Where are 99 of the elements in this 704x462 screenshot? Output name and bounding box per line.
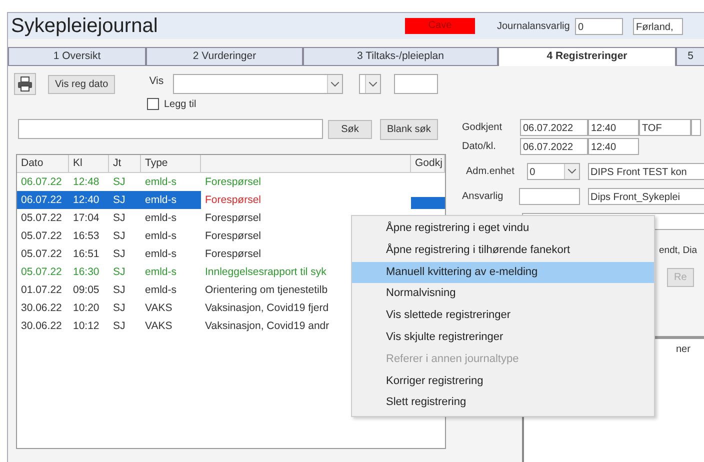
- table-cell: SJ: [109, 191, 141, 209]
- search-button[interactable]: Søk: [328, 120, 372, 138]
- caret-icon: [327, 75, 342, 93]
- text-field[interactable]: 12:40: [588, 119, 639, 136]
- column-header[interactable]: Type: [141, 155, 201, 172]
- table-cell-text: 10:12: [72, 319, 100, 334]
- table-cell: Forespørsel: [205, 176, 262, 188]
- table-cell-text: VAKS: [144, 301, 174, 316]
- menu-item[interactable]: Slett registrering: [352, 392, 654, 414]
- table-cell-text: 16:30: [72, 265, 100, 280]
- table-cell-text: SJ: [112, 265, 126, 280]
- table-cell-text: 16:51: [72, 247, 100, 262]
- print-button[interactable]: [14, 73, 36, 95]
- text-field[interactable]: 06.07.2022: [520, 138, 588, 155]
- menu-item[interactable]: Vis slettede registreringer: [352, 305, 654, 327]
- menu-item[interactable]: Åpne registrering i tilhørende fanekort: [352, 240, 654, 262]
- table-cell: Forespørsel: [205, 248, 262, 260]
- table-cell-text: 10:20: [72, 301, 100, 316]
- table-cell-text: 09:05: [72, 283, 100, 298]
- table-cell: emld-s: [141, 191, 201, 209]
- table-cell-text: SJ: [112, 229, 126, 244]
- window-title: Sykepleiejournal: [10, 14, 159, 38]
- table-cell-text: emld-s: [144, 265, 178, 280]
- table-cell: Forespørsel: [205, 230, 262, 242]
- date-button[interactable]: Vis reg dato: [48, 74, 116, 94]
- tab[interactable]: 1 Oversikt: [8, 47, 146, 65]
- table-cell: Forespørsel: [205, 212, 262, 224]
- table-cell-text: SJ: [112, 319, 126, 334]
- table-cell: Vaksinasjon, Covid19 andr: [205, 320, 330, 332]
- text: ner: [676, 344, 690, 355]
- table-cell-text: 30.06.22: [20, 319, 63, 334]
- search-field[interactable]: [18, 119, 323, 139]
- caret-icon: [365, 75, 380, 93]
- table-cell: 06.07.22: [17, 191, 69, 209]
- table-cell-text: 05.07.22: [20, 247, 63, 262]
- table-cell-text: SJ: [112, 211, 126, 226]
- column-header[interactable]: Dato: [17, 155, 69, 172]
- text-field[interactable]: DIPS Front TEST kon: [588, 163, 704, 180]
- dropdown[interactable]: [173, 74, 344, 94]
- menu-item[interactable]: Manuell kvittering av e-melding: [352, 262, 654, 284]
- table-cell-text: 17:04: [72, 211, 100, 226]
- table-cell-text: emld-s: [144, 247, 178, 262]
- text-field[interactable]: [394, 74, 438, 94]
- table-cell-text: emld-s: [144, 175, 178, 190]
- text-field[interactable]: [691, 119, 701, 136]
- clear-search-button[interactable]: Blank søk: [380, 118, 438, 140]
- table-cell-text: emld-s: [144, 283, 178, 298]
- text-field[interactable]: Dips Front_Sykeplei: [588, 188, 704, 205]
- field-label: Adm.enhet: [465, 166, 516, 177]
- table-cell-text: 06.07.22: [20, 175, 63, 190]
- field-label: Vis: [149, 75, 165, 87]
- tab[interactable]: 3 Tiltaks-/pleieplan: [303, 47, 498, 65]
- field-label: Godkjent: [461, 122, 504, 133]
- dropdown[interactable]: 0: [526, 163, 580, 180]
- tab[interactable]: 5: [676, 47, 704, 65]
- field-label: Journalansvarlig: [497, 20, 571, 32]
- text-field[interactable]: 12:40: [588, 138, 639, 155]
- text-field[interactable]: 0: [575, 18, 623, 34]
- table-cell: 12:40: [69, 191, 109, 209]
- table-cell-text: VAKS: [144, 319, 174, 334]
- table-cell-text: 30.06.22: [20, 301, 63, 316]
- column-header[interactable]: Godkj: [411, 155, 445, 172]
- menu-item[interactable]: Normalvisning: [352, 283, 654, 306]
- field-label: Ansvarlig: [461, 191, 504, 202]
- tab[interactable]: 2 Vurderinger: [146, 47, 303, 65]
- menu-item[interactable]: Vis skjulte registreringer: [352, 326, 654, 349]
- table-cell-text: emld-s: [144, 211, 178, 226]
- table-cell-text: 12:48: [72, 175, 100, 190]
- table-cell: Orientering om tjenestetilb: [205, 284, 328, 296]
- column-header[interactable]: Kl: [69, 155, 109, 172]
- table-cell: Vaksinasjon, Covid19 fjerd: [205, 302, 329, 314]
- checkbox-label: Legg til: [164, 98, 196, 110]
- table-cell-text: SJ: [112, 283, 126, 298]
- text-field[interactable]: 06.07.2022: [520, 119, 588, 136]
- text-field[interactable]: Førland,: [633, 18, 683, 34]
- table-cell-text: 16:53: [72, 229, 100, 244]
- table-cell-text: 05.07.22: [20, 229, 63, 244]
- column-header[interactable]: Jt: [109, 155, 141, 172]
- table-cell-text: 01.07.22: [20, 283, 63, 298]
- checkbox[interactable]: [147, 98, 159, 110]
- table-cell-text: emld-s: [144, 229, 178, 244]
- tab[interactable]: 4 Registreringer: [498, 47, 676, 66]
- printer-icon: [17, 76, 33, 92]
- table-cell-text: SJ: [112, 175, 126, 190]
- table-cell-text: SJ: [112, 301, 126, 316]
- selection-highlight: [411, 197, 445, 209]
- table-cell: Forespørsel: [205, 194, 262, 206]
- menu-item[interactable]: Åpne registrering i eget vindu: [352, 218, 654, 240]
- field-label: Dato/kl.: [461, 141, 497, 152]
- table-cell-text: 05.07.22: [20, 265, 63, 280]
- text-field[interactable]: [518, 188, 580, 205]
- table-cell-text: SJ: [112, 247, 126, 262]
- caret-icon: [564, 164, 579, 179]
- table-cell-text: 05.07.22: [20, 211, 63, 226]
- dropdown[interactable]: [359, 74, 382, 94]
- text: endt, Dia: [659, 245, 698, 256]
- table-cell: Innleggelsesrapport til syk: [205, 266, 326, 278]
- text-field[interactable]: TOF: [639, 119, 691, 136]
- menu-item[interactable]: Korriger registrering: [352, 370, 654, 392]
